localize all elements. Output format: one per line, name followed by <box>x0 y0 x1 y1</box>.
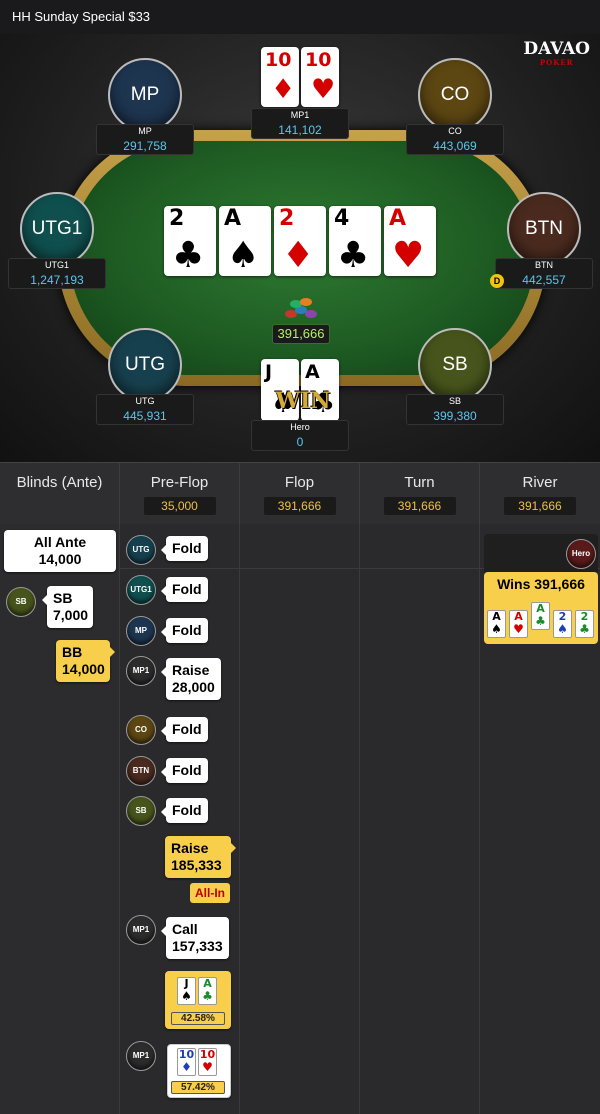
hero-player-chip: Hero <box>566 539 596 569</box>
board-card: A ♥ <box>384 206 436 276</box>
mp1-equity-pct: 57.42% <box>171 1081 225 1094</box>
mp1-player-chip: MP1 <box>126 915 156 945</box>
mp1-hole-card: 10 ♥ <box>301 47 339 107</box>
action-bubble: Fold <box>161 618 208 643</box>
co-player-chip: CO <box>126 715 156 745</box>
all-in-badge: All-In <box>190 883 230 903</box>
flop-column <box>240 524 360 1114</box>
utg-player-chip: UTG <box>126 535 156 565</box>
seat-plate: Hero 0 <box>251 420 349 451</box>
mp-player-chip: MP <box>126 616 156 646</box>
seat-mp1[interactable]: MP1 141,102 <box>235 108 365 139</box>
street-flop[interactable]: Flop 391,666 <box>240 463 360 525</box>
seat-avatar[interactable]: MP <box>108 58 182 132</box>
board-card: 4 ♣ <box>329 206 381 276</box>
board-card: A ♠ <box>219 206 271 276</box>
dealer-button: D <box>490 274 504 288</box>
street-preflop[interactable]: Pre-Flop 35,000 <box>120 463 240 525</box>
action-bubble: Fold <box>161 536 208 561</box>
seat-mp[interactable]: MP MP 291,758 <box>80 58 210 155</box>
turn-column <box>360 524 480 1114</box>
seat-plate: MP 291,758 <box>96 124 194 155</box>
action-bubble: Fold <box>161 798 208 823</box>
winning-hand-card: A ♣ <box>531 602 550 630</box>
seat-plate: UTG1 1,247,193 <box>8 258 106 289</box>
street-turn[interactable]: Turn 391,666 <box>360 463 480 525</box>
equity-card: J ♠ <box>177 977 196 1005</box>
poker-table-area: DAVAO POKER MP MP 291,758 CO CO 443,069 U… <box>0 34 600 462</box>
street-header-row: Blinds (Ante) Pre-Flop 35,000 Flop 391,666… <box>0 462 600 525</box>
seat-avatar[interactable]: BTN <box>507 192 581 266</box>
board-card: 2 ♦ <box>274 206 326 276</box>
equity-card: 10 ♥ <box>198 1048 217 1076</box>
winning-hand-card: A ♠ <box>487 610 506 638</box>
hero-equity-pct: 42.58% <box>171 1012 225 1025</box>
action-bubble: Fold <box>161 717 208 742</box>
equity-card: 10 ♦ <box>177 1048 196 1076</box>
seat-avatar[interactable]: UTG1 <box>20 192 94 266</box>
seat-sb[interactable]: SB SB 399,380 <box>390 328 520 425</box>
seat-avatar[interactable]: CO <box>418 58 492 132</box>
mp1-hole-card: 10 ♦ <box>261 47 299 107</box>
winning-hand-card: 2 ♣ <box>575 610 594 638</box>
pot-amount: 391,666 <box>272 324 330 344</box>
seat-plate: SB 399,380 <box>406 394 504 425</box>
action-bubble: Raise 28,000 <box>161 658 221 700</box>
seat-plate: UTG 445,931 <box>96 394 194 425</box>
btn-player-chip: BTN <box>126 756 156 786</box>
equity-card: A ♣ <box>198 977 217 1005</box>
seat-utg1[interactable]: UTG1 UTG1 1,247,193 <box>0 192 122 289</box>
room-logo: DAVAO POKER <box>523 39 590 68</box>
ante-bubble: All Ante 14,000 <box>4 530 116 572</box>
seat-utg[interactable]: UTG UTG 445,931 <box>80 328 210 425</box>
seat-avatar[interactable]: SB <box>418 328 492 402</box>
action-grid: All Ante 14,000 SB SB 7,000 BB 14,000 UTG F… <box>0 524 600 1114</box>
sb-player-chip: SB <box>6 587 36 617</box>
seat-plate: BTN 442,557 <box>495 258 593 289</box>
action-bubble: Fold <box>161 577 208 602</box>
winning-hand-card: A ♥ <box>509 610 528 638</box>
seat-plate: MP1 141,102 <box>251 108 349 139</box>
seat-co[interactable]: CO CO 443,069 <box>390 58 520 155</box>
mp1-player-chip: MP1 <box>126 656 156 686</box>
window-title: HH Sunday Special $33 <box>0 0 600 34</box>
street-blinds[interactable]: Blinds (Ante) <box>0 463 120 525</box>
seat-plate: CO 443,069 <box>406 124 504 155</box>
hero-raise-bubble: Raise 185,333 <box>165 836 236 878</box>
sb-bubble: SB 7,000 <box>42 586 93 628</box>
action-bubble: Fold <box>161 758 208 783</box>
winning-hand-card: 2 ♠ <box>553 610 572 638</box>
seat-hero[interactable]: Hero 0 <box>235 420 365 451</box>
seat-avatar[interactable]: UTG <box>108 328 182 402</box>
pot-chips-icon <box>283 296 319 322</box>
win-label: WIN <box>275 388 331 414</box>
bb-bubble: BB 14,000 <box>56 640 115 682</box>
action-bubble: Call 157,333 <box>161 917 229 959</box>
sb-player-chip: SB <box>126 796 156 826</box>
street-river[interactable]: River 391,666 <box>480 463 600 525</box>
board-card: 2 ♣ <box>164 206 216 276</box>
mp1-player-chip: MP1 <box>126 1041 156 1071</box>
utg1-player-chip: UTG1 <box>126 575 156 605</box>
